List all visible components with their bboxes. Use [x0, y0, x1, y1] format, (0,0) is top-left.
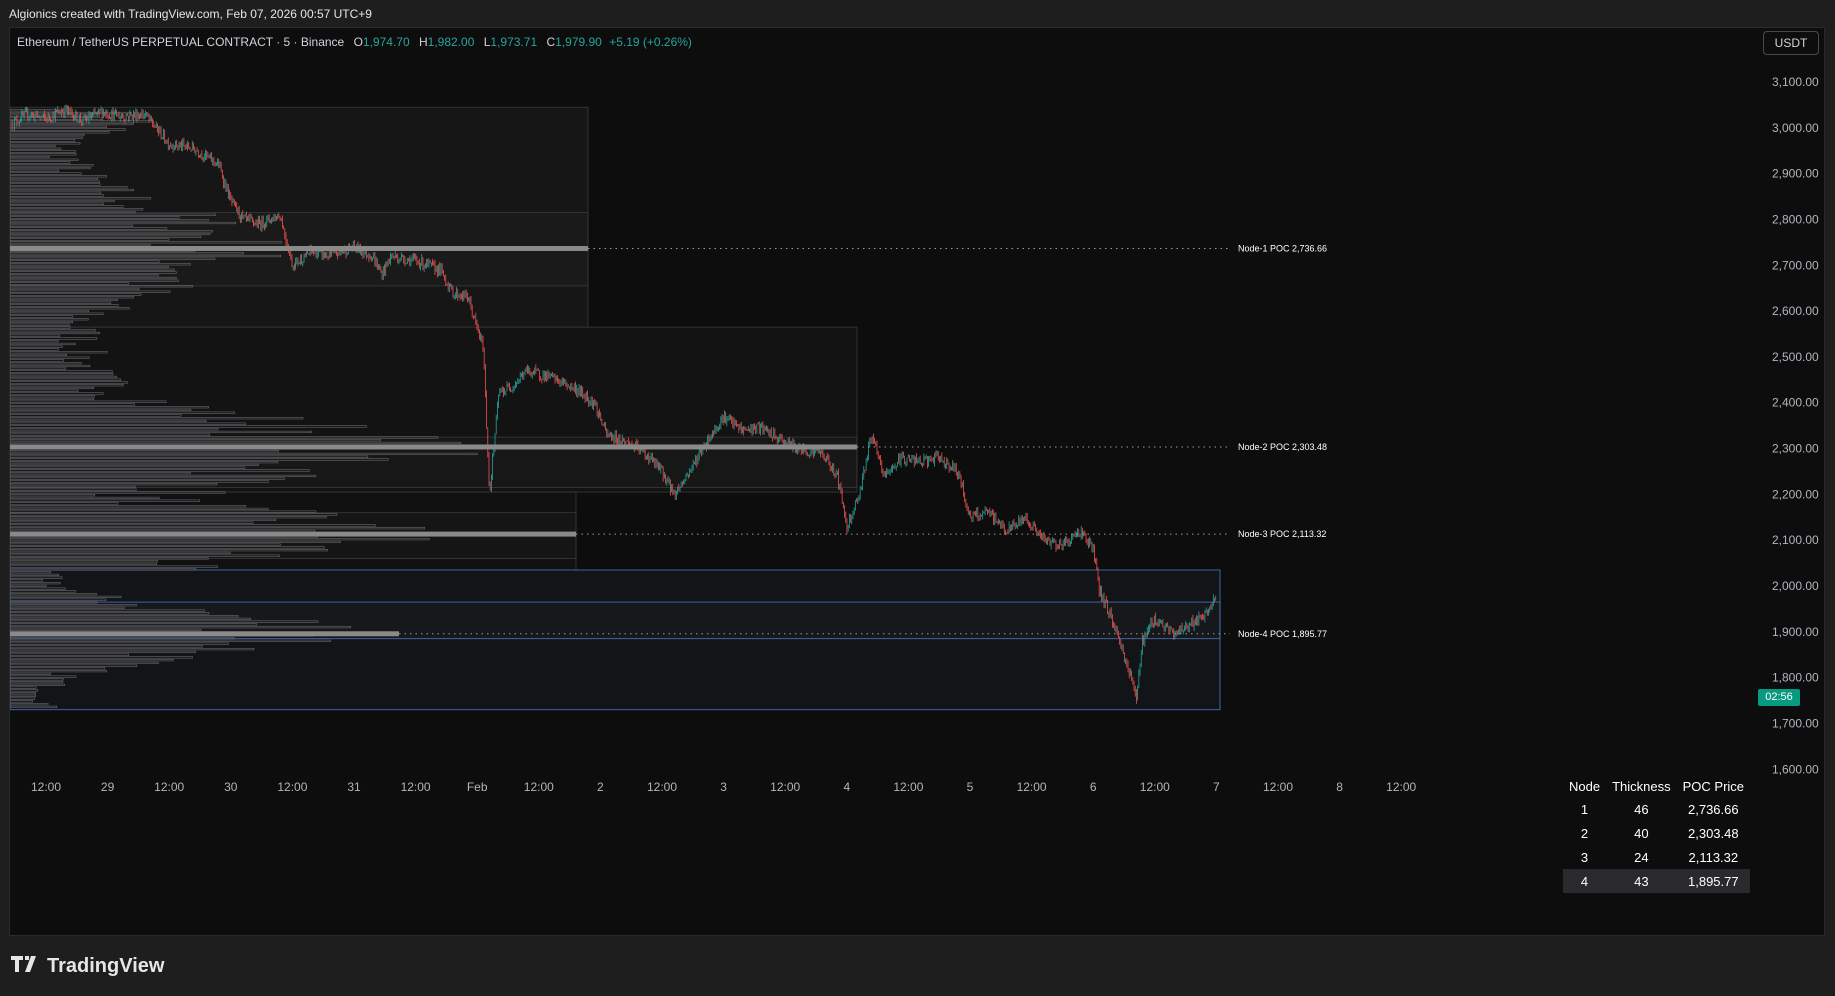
time-tick-label: 12:00 [1017, 780, 1047, 794]
price-tick-label: 2,200.00 [1772, 487, 1819, 501]
time-tick-label: 30 [224, 780, 238, 794]
time-tick-label: 12:00 [1263, 780, 1293, 794]
time-tick-label: 12:00 [524, 780, 554, 794]
table-cell: 1,895.77 [1676, 869, 1751, 893]
time-tick-label: 12:00 [31, 780, 61, 794]
change-value: +5.19 (+0.26%) [609, 35, 692, 49]
table-cell: 2,303.48 [1688, 825, 1739, 841]
price-tick-label: 1,700.00 [1772, 716, 1819, 730]
table-cell: 40 [1634, 825, 1649, 841]
attribution-bar: Algionics created with TradingView.com, … [0, 0, 1835, 27]
price-tick-label: 3,000.00 [1772, 121, 1819, 135]
time-tick-label: 12:00 [893, 780, 923, 794]
table-cell: 4 [1563, 869, 1607, 893]
node-poc-label: Node-1 POC 2,736.66 [1238, 243, 1327, 253]
high-label: H [418, 35, 428, 49]
price-tick-label: 2,300.00 [1772, 442, 1819, 456]
volume-profile-regions [10, 106, 1221, 711]
time-tick-label: 12:00 [401, 780, 431, 794]
table-header: POC Price [1682, 779, 1745, 794]
price-tick-label: 2,100.00 [1772, 533, 1819, 547]
time-tick-label: 12:00 [770, 780, 800, 794]
node-summary-table: Node Thickness POC Price 1 46 2,736.66 2… [1563, 776, 1751, 893]
time-tick-label: 12:00 [154, 780, 184, 794]
symbol-title[interactable]: Ethereum / TetherUS PERPETUAL CONTRACT ·… [17, 35, 344, 49]
time-tick-label: 4 [843, 780, 850, 794]
time-tick-label: Feb [467, 780, 488, 794]
attribution-text: Algionics created with TradingView.com, … [9, 7, 372, 21]
poc-bar [10, 444, 857, 450]
time-tick-label: 12:00 [1386, 780, 1416, 794]
table-cell: 1 [1580, 801, 1589, 817]
price-tick-label: 2,400.00 [1772, 396, 1819, 410]
time-tick-label: 29 [101, 780, 115, 794]
price-tick-label: 2,700.00 [1772, 258, 1819, 272]
time-axis: 12:00 29 12:00 30 12:00 31 12:00 Feb 12:00 2 12:00… [31, 780, 1417, 794]
poc-bar [10, 631, 399, 637]
time-tick-label: 12:00 [1140, 780, 1170, 794]
chart-pane[interactable]: Node-1 POC 2,736.66 Node-2 POC 2,303.48 No… [9, 27, 1825, 936]
open-label: O [353, 35, 363, 49]
table-cell: 43 [1606, 869, 1677, 893]
price-tick-label: 2,900.00 [1772, 167, 1819, 181]
table-header-row: Node Thickness POC Price [1563, 776, 1750, 797]
poc-bar [10, 531, 576, 537]
tradingview-logo[interactable]: TradingView [11, 955, 164, 978]
table-cell: 3 [1580, 849, 1589, 865]
price-tick-label: 1,600.00 [1772, 762, 1819, 776]
price-tick-label: 2,600.00 [1772, 304, 1819, 318]
table-cell: 24 [1634, 849, 1649, 865]
countdown-badge: 02:56 [1758, 689, 1800, 706]
table-cell: 2,113.32 [1688, 849, 1739, 865]
price-tick-label: 3,100.00 [1772, 75, 1819, 89]
close-value: 1,979.90 [555, 35, 602, 49]
price-axis: 3,100.00 3,000.00 2,900.00 2,800.00 2,700.00… [1772, 75, 1819, 776]
table-header: Node [1569, 779, 1601, 794]
table-row: 2 40 2,303.48 [1563, 821, 1750, 845]
tradingview-logo-text: TradingView [47, 955, 165, 977]
symbol-legend[interactable]: Ethereum / TetherUS PERPETUAL CONTRACT ·… [17, 35, 692, 49]
time-tick-label: 2 [597, 780, 604, 794]
node-poc-label: Node-2 POC 2,303.48 [1238, 442, 1327, 452]
table-header: Thickness [1612, 779, 1671, 794]
high-value: 1,982.00 [427, 35, 475, 49]
table-cell: 46 [1634, 801, 1649, 817]
table-row: 1 46 2,736.66 [1563, 797, 1750, 821]
time-tick-label: 7 [1213, 780, 1220, 794]
node-poc-label: Node-4 POC 1,895.77 [1238, 629, 1327, 639]
node-poc-label: Node-3 POC 2,113.32 [1238, 529, 1326, 539]
table-row: 3 24 2,113.32 [1563, 845, 1750, 869]
price-tick-label: 2,000.00 [1772, 579, 1819, 593]
price-chart[interactable]: Node-1 POC 2,736.66 Node-2 POC 2,303.48 No… [10, 28, 1825, 936]
time-tick-label: 3 [720, 780, 727, 794]
time-tick-label: 31 [347, 780, 361, 794]
time-tick-label: 6 [1090, 780, 1097, 794]
time-tick-label: 12:00 [277, 780, 307, 794]
time-tick-label: 12:00 [647, 780, 677, 794]
low-value: 1,973.71 [490, 35, 538, 49]
time-tick-label: 8 [1336, 780, 1343, 794]
table-row: 4 43 1,895.77 [1563, 869, 1751, 893]
poc-bar [10, 245, 588, 251]
table-cell: 2,736.66 [1688, 801, 1739, 817]
price-tick-label: 2,800.00 [1772, 212, 1819, 226]
price-tick-label: 2,500.00 [1772, 350, 1819, 364]
price-tick-label: 1,900.00 [1772, 625, 1819, 639]
table-cell: 2 [1580, 825, 1589, 841]
currency-button[interactable]: USDT [1763, 31, 1819, 55]
price-tick-label: 1,800.00 [1772, 671, 1819, 685]
open-value: 1,974.70 [362, 35, 410, 49]
time-tick-label: 5 [967, 780, 974, 794]
close-label: C [546, 35, 556, 49]
tradingview-logo-icon [11, 955, 41, 978]
